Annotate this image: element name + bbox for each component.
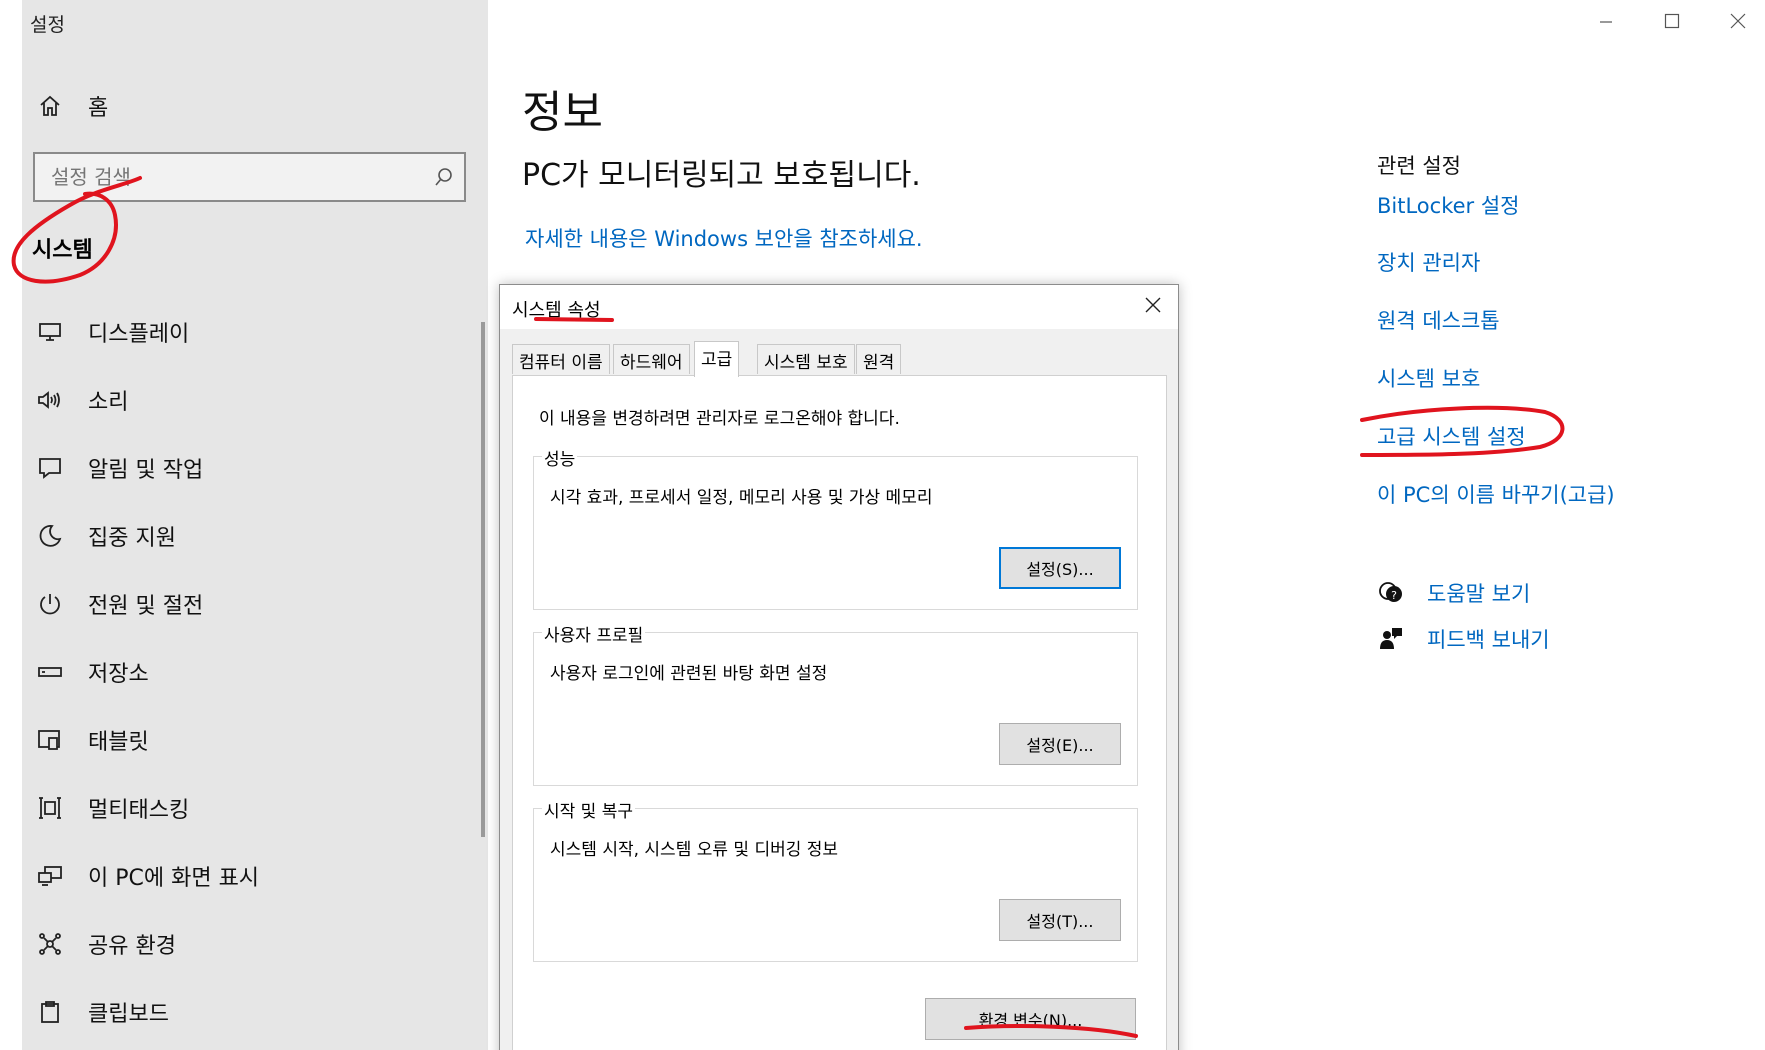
storage-icon	[30, 665, 70, 679]
group-description: 시각 효과, 프로세서 일정, 메모리 사용 및 가상 메모리	[550, 488, 933, 508]
sidebar-item-tablet[interactable]: 태블릿	[22, 712, 488, 768]
get-help-link[interactable]: ? 도움말 보기	[1377, 578, 1530, 608]
tab-system-protection[interactable]: 시스템 보호	[757, 344, 855, 374]
tab-computer-name[interactable]: 컴퓨터 이름	[512, 344, 610, 374]
group-description: 시스템 시작, 시스템 오류 및 디버깅 정보	[550, 840, 839, 860]
display-icon	[30, 321, 70, 343]
dialog-title: 시스템 속성	[512, 300, 601, 321]
close-button[interactable]	[1718, 8, 1758, 38]
feedback-icon	[1377, 627, 1405, 651]
tab-panel-advanced: 이 내용을 변경하려면 관리자로 로그온해야 합니다. 성능 시각 효과, 프로…	[512, 375, 1167, 1050]
dialog-titlebar[interactable]: 시스템 속성	[500, 285, 1178, 329]
group-description: 사용자 로그인에 관련된 바탕 화면 설정	[550, 664, 828, 684]
sidebar-item-storage[interactable]: 저장소	[22, 644, 488, 700]
sidebar-scrollbar[interactable]	[481, 322, 485, 837]
user-profiles-settings-button[interactable]: 설정(E)...	[999, 723, 1121, 765]
system-properties-dialog: 시스템 속성 컴퓨터 이름 하드웨어 고급 시스템 보호 원격 이 내용을 변경…	[499, 284, 1179, 1050]
sidebar-item-label: 이 PC에 화면 표시	[88, 866, 260, 891]
protection-status: PC가 모니터링되고 보호됩니다.	[522, 158, 921, 193]
sidebar-item-shared-experiences[interactable]: 공유 환경	[22, 916, 488, 972]
sidebar-item-label: 디스플레이	[88, 322, 190, 347]
sidebar-item-notifications[interactable]: 알림 및 작업	[22, 440, 488, 496]
close-icon	[1730, 13, 1746, 33]
sidebar-section-title: 시스템	[32, 238, 93, 263]
sidebar-item-label: 태블릿	[88, 730, 149, 755]
sidebar-item-label: 홈	[88, 96, 109, 121]
remote-desktop-link[interactable]: 원격 데스크톱	[1377, 305, 1500, 335]
performance-group: 성능 시각 효과, 프로세서 일정, 메모리 사용 및 가상 메모리 설정(S)…	[533, 445, 1138, 610]
dialog-close-button[interactable]	[1136, 291, 1170, 323]
bitlocker-settings-link[interactable]: BitLocker 설정	[1377, 190, 1519, 220]
tablet-icon	[30, 728, 70, 752]
send-feedback-label: 피드백 보내기	[1427, 628, 1550, 652]
performance-settings-button[interactable]: 설정(S)...	[999, 547, 1121, 589]
home-icon	[30, 94, 70, 118]
close-icon	[1145, 297, 1161, 317]
sidebar-item-clipboard[interactable]: 클립보드	[22, 984, 488, 1040]
sidebar-item-home[interactable]: 홈	[22, 78, 488, 134]
page-title: 정보	[522, 87, 603, 138]
moon-icon	[30, 524, 70, 548]
speaker-icon	[30, 389, 70, 411]
minimize-icon	[1599, 14, 1613, 33]
clipboard-icon	[30, 1000, 70, 1024]
app-title: 설정	[30, 14, 65, 36]
sidebar-item-label: 전원 및 절전	[88, 594, 204, 619]
search-icon[interactable]	[424, 167, 464, 187]
sidebar-item-multitasking[interactable]: 멀티태스킹	[22, 780, 488, 836]
windows-security-link[interactable]: 자세한 내용은 Windows 보안을 참조하세요.	[525, 223, 923, 253]
tab-remote[interactable]: 원격	[856, 344, 902, 374]
project-icon	[30, 865, 70, 887]
sidebar-item-label: 집중 지원	[88, 526, 176, 551]
sidebar-item-sound[interactable]: 소리	[22, 372, 488, 428]
search-input[interactable]	[35, 154, 424, 200]
send-feedback-link[interactable]: 피드백 보내기	[1377, 624, 1550, 654]
device-manager-link[interactable]: 장치 관리자	[1377, 247, 1480, 277]
rename-pc-advanced-link[interactable]: 이 PC의 이름 바꾸기(고급)	[1377, 479, 1615, 509]
get-help-label: 도움말 보기	[1427, 582, 1531, 606]
power-icon	[30, 592, 70, 616]
sidebar-item-label: 클립보드	[88, 1002, 169, 1027]
sidebar-item-power[interactable]: 전원 및 절전	[22, 576, 488, 632]
user-profiles-group: 사용자 프로필 사용자 로그인에 관련된 바탕 화면 설정 설정(E)...	[533, 621, 1138, 786]
minimize-button[interactable]	[1586, 8, 1626, 38]
sidebar: 설정 홈 시스템 디스플레이 소리 알림 및 작업 집중 지원	[22, 0, 488, 1050]
multitasking-icon	[30, 796, 70, 820]
help-chat-icon: ?	[1377, 581, 1405, 605]
related-settings-header: 관련 설정	[1377, 154, 1461, 178]
group-legend: 시작 및 복구	[542, 797, 636, 822]
system-protection-link[interactable]: 시스템 보호	[1377, 363, 1480, 393]
sidebar-item-label: 멀티태스킹	[88, 798, 190, 823]
advanced-system-settings-link[interactable]: 고급 시스템 설정	[1377, 421, 1526, 451]
tab-hardware[interactable]: 하드웨어	[613, 344, 690, 374]
svg-text:?: ?	[1391, 589, 1397, 602]
group-legend: 사용자 프로필	[542, 621, 646, 646]
group-legend: 성능	[542, 445, 578, 470]
sidebar-item-project[interactable]: 이 PC에 화면 표시	[22, 848, 488, 904]
environment-variables-button[interactable]: 환경 변수(N)...	[925, 998, 1136, 1040]
startup-recovery-group: 시작 및 복구 시스템 시작, 시스템 오류 및 디버깅 정보 설정(T)...	[533, 797, 1138, 962]
startup-recovery-settings-button[interactable]: 설정(T)...	[999, 899, 1121, 941]
sidebar-item-label: 알림 및 작업	[88, 458, 204, 483]
sidebar-item-focus-assist[interactable]: 집중 지원	[22, 508, 488, 564]
maximize-button[interactable]	[1652, 8, 1692, 38]
share-icon	[30, 932, 70, 956]
sidebar-item-label: 소리	[88, 390, 129, 415]
sidebar-item-label: 저장소	[88, 662, 149, 687]
tab-advanced[interactable]: 고급	[694, 341, 740, 377]
sidebar-item-label: 공유 환경	[88, 934, 176, 959]
sidebar-item-display[interactable]: 디스플레이	[22, 304, 488, 360]
maximize-icon	[1664, 13, 1680, 33]
admin-notice: 이 내용을 변경하려면 관리자로 로그온해야 합니다.	[539, 409, 900, 429]
search-box[interactable]	[33, 152, 466, 202]
notification-icon	[30, 456, 70, 480]
